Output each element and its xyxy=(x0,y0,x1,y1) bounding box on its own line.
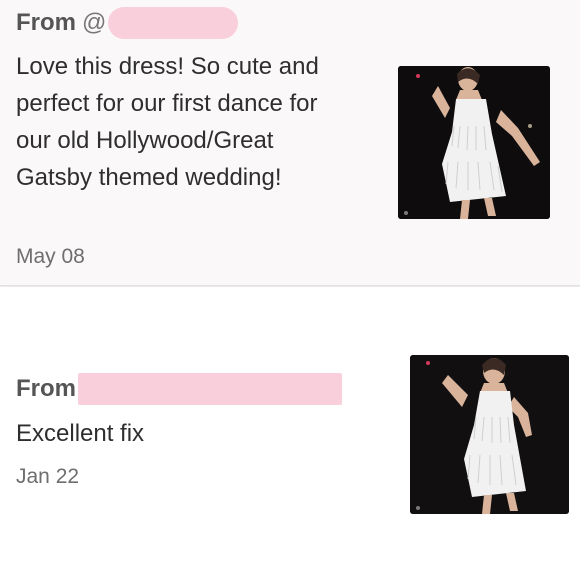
review-author-row: From xyxy=(16,372,342,406)
from-label: From xyxy=(16,9,76,36)
review-card: From @ Love this dress! So cute and perf… xyxy=(0,0,580,286)
redacted-username xyxy=(78,373,342,405)
fringe-dress-photo-icon xyxy=(410,355,569,514)
redacted-username xyxy=(108,7,239,39)
product-thumbnail[interactable] xyxy=(398,66,550,219)
review-date: May 08 xyxy=(16,245,85,268)
product-thumbnail[interactable] xyxy=(410,355,569,514)
review-card: From Excellent fix Jan 22 xyxy=(0,287,580,580)
review-date: Jan 22 xyxy=(16,465,80,488)
review-message: Excellent fix xyxy=(16,420,145,447)
from-label: From xyxy=(16,375,76,402)
author-handle-prefix: @ xyxy=(82,9,107,36)
fringe-dress-photo-icon xyxy=(398,66,550,219)
review-message: Love this dress! So cute and perfect for… xyxy=(16,53,319,191)
review-author-row: From @ xyxy=(16,6,239,40)
